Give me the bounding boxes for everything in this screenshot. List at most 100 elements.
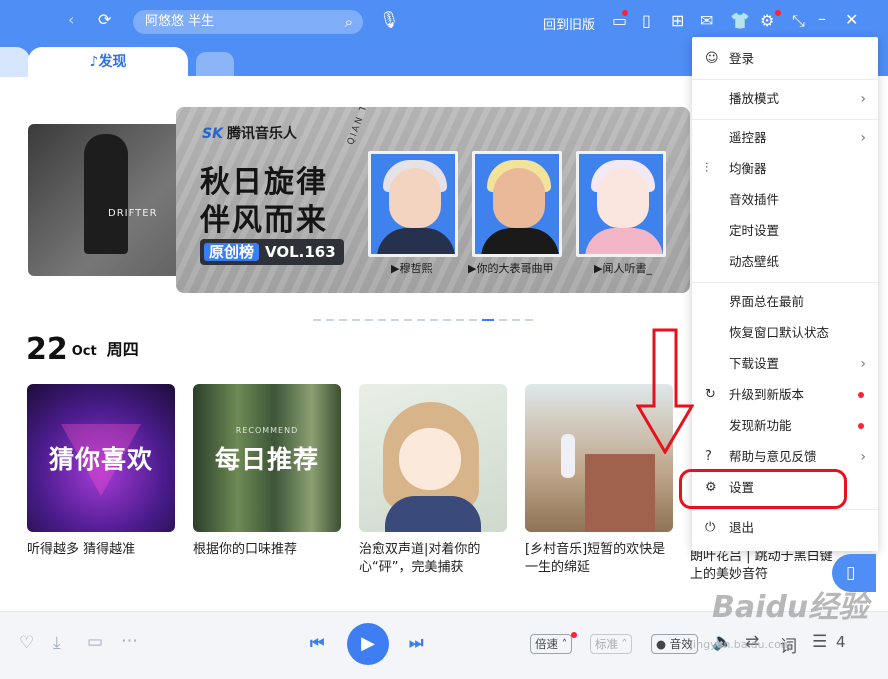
menu-item-upgrade[interactable]: ↻ 升级到新版本 [692,380,878,410]
playlist-card-guess[interactable]: 猜你喜欢 听得越多 猜得越准 [27,384,175,559]
menu-item-live-wallpaper[interactable]: 动态壁纸 [692,247,878,277]
carousel-dot[interactable] [512,319,520,321]
banner-left-figure [84,134,128,254]
play-icon: ▶ [361,633,375,654]
download-icon[interactable]: ⤓ [53,633,61,653]
carousel-dot[interactable] [456,319,464,321]
back-arrow-icon[interactable]: ‹ [68,11,74,29]
menu-item-exit[interactable]: ⏻ 退出 [692,513,878,543]
playlist-title[interactable]: 听得越多 猜得越准 [27,541,177,559]
carousel-indicator [313,306,538,325]
carousel-dot[interactable] [525,319,533,321]
carousel-dot[interactable] [326,319,334,321]
search-icon[interactable]: ⌕ [345,10,353,34]
playlist-title[interactable]: [乡村音乐]短暂的欢快是一生的绵延 [525,541,675,577]
menu-item-login[interactable]: ☺ 登录 [692,44,878,74]
anime-uniform [385,496,481,532]
menu-label: 音效插件 [729,192,780,207]
power-icon: ⏻ [705,520,716,535]
anime-face [399,428,461,490]
skin-shirt-icon[interactable]: 👕 [730,12,750,30]
carousel-dot[interactable] [391,319,399,321]
menu-item-effect-plugin[interactable]: 音效插件 [692,185,878,215]
playlist-icon[interactable]: ☰ [812,632,827,652]
mobile-icon[interactable]: ▯ [642,12,651,30]
menu-item-restore-window[interactable]: 恢复窗口默认状态 [692,318,878,348]
quality-label: 标准 [595,637,618,651]
annotation-highlight [679,469,847,509]
apps-grid-icon[interactable]: ⊞ [671,12,684,30]
carousel-dot[interactable] [352,319,360,321]
previous-track-icon[interactable]: ⏮ [310,633,324,653]
artist-card-3[interactable] [576,151,666,257]
mail-icon[interactable]: ✉ [700,12,713,30]
playlist-cover[interactable]: RECOMMEND 每日推荐 [193,384,341,532]
heart-icon[interactable]: ♡ [19,633,34,653]
mini-mode-icon[interactable]: ⤡ [792,12,805,30]
banner-main[interactable]: SK腾讯音乐人 秋日旋律 伴风而来 原创榜VOL.163 QIAN TENCEN… [176,107,690,293]
artist-card-2[interactable] [472,151,562,257]
menu-item-play-mode[interactable]: 播放模式 › [692,84,878,114]
menu-item-timer[interactable]: 定时设置 [692,216,878,246]
carousel-dot[interactable] [378,319,386,321]
menu-item-always-on-top[interactable]: 界面总在最前 [692,287,878,317]
menu-label: 遥控器 [729,130,767,145]
phone-icon: ▯ [846,563,856,583]
close-icon[interactable]: ✕ [845,11,858,29]
voice-search-icon[interactable]: 🎙 [379,11,399,29]
carousel-dot[interactable] [365,319,373,321]
menu-item-new-features[interactable]: 发现新功能 [692,411,878,441]
artist-name-2: ▶你的大表哥曲甲 [468,262,554,275]
search-input[interactable]: 阿悠悠 半生 ⌕ [133,10,363,34]
carousel-dot[interactable] [499,319,507,321]
qq-music-window: ‹ ⟳ 阿悠悠 半生 ⌕ 🎙 回到旧版 ▭ ▯ ⊞ ✉ 👕 ⚙ ⤡ – ✕ ♪发… [0,0,888,679]
menu-label: 恢复窗口默认状态 [729,325,830,340]
playlist-title[interactable]: 治愈双声道|对着你的心“砰”，完美捕获 [359,541,509,577]
menu-label: 界面总在最前 [729,294,805,309]
comment-icon[interactable]: ▭ [87,632,103,652]
tab-next[interactable] [196,52,234,76]
playlist-cover[interactable]: 猜你喜欢 [27,384,175,532]
playlist-cover[interactable] [359,384,507,532]
menu-item-equalizer[interactable]: ⫶ 均衡器 [692,154,878,184]
date-day: 22 [26,332,68,367]
artist-body [377,228,455,254]
menu-label: 登录 [729,51,755,66]
chevron-right-icon: › [860,91,866,107]
carousel-dot-active[interactable] [482,319,494,321]
menu-item-download-settings[interactable]: 下载设置 › [692,349,878,379]
effect-toggle-icon: ● [656,637,667,651]
playlist-card-partial[interactable]: 朗叶花吕 | 跳动于黑白键上的美妙音符 [690,548,840,584]
playlist-card-daily[interactable]: RECOMMEND 每日推荐 根据你的口味推荐 [193,384,341,559]
menu-divider [692,79,878,80]
carousel-dot[interactable] [430,319,438,321]
playlist-title[interactable]: 根据你的口味推荐 [193,541,343,559]
minimize-icon[interactable]: – [818,10,826,28]
carousel-dot[interactable] [339,319,347,321]
artist-card-1[interactable] [368,151,458,257]
carousel-dot[interactable] [469,319,477,321]
brand-mark: SK [202,126,223,142]
menu-label: 帮助与意见反馈 [729,449,817,464]
menu-label: 动态壁纸 [729,254,780,269]
help-icon: ? [705,449,712,464]
next-track-icon[interactable]: ⏭ [409,633,423,653]
carousel-dot[interactable] [443,319,451,321]
refresh-icon[interactable]: ⟳ [98,11,111,29]
carousel-dot[interactable] [313,319,321,321]
tab-discover[interactable]: ♪发现 [28,47,188,77]
carousel-dot[interactable] [417,319,425,321]
back-to-old-version-button[interactable]: 回到旧版 [543,14,595,33]
settings-gear-icon[interactable]: ⚙ [760,12,774,30]
chevron-right-icon: › [860,356,866,372]
vol-tag: 原创榜 VOL.163 [200,239,344,265]
artist-face [493,168,545,228]
carousel-dot[interactable] [404,319,412,321]
more-icon[interactable]: ⋯ [121,631,138,651]
playlist-card-healing[interactable]: 治愈双声道|对着你的心“砰”，完美捕获 [359,384,507,577]
play-button[interactable]: ▶ [347,623,389,665]
speed-button[interactable]: 倍速 ˄ [530,634,573,654]
menu-item-help-feedback[interactable]: ? 帮助与意见反馈 › [692,442,878,472]
quality-button[interactable]: 标准 ˄ [590,634,633,654]
menu-item-remote[interactable]: 遥控器 › [692,123,878,153]
